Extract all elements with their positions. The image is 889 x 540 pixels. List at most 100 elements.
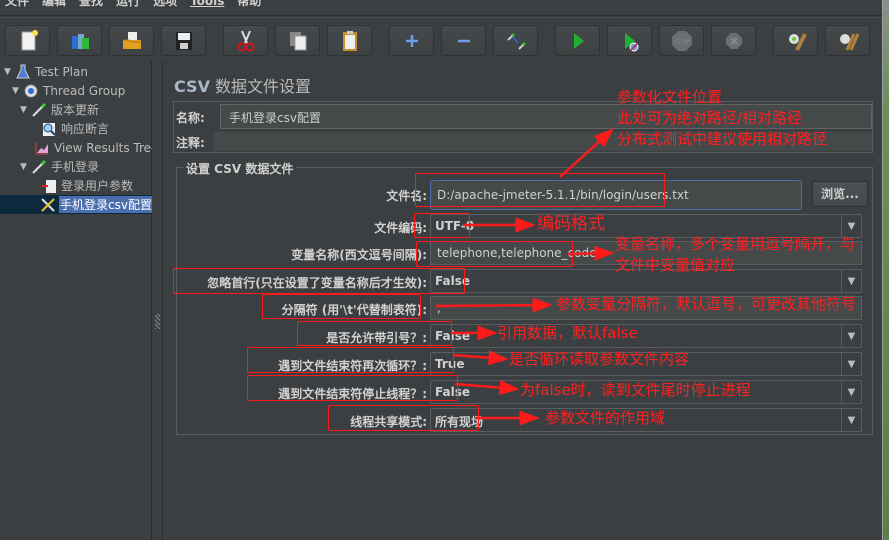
annotation-stop-thread: 为false时，读到文件尾时停止进程 bbox=[520, 381, 751, 399]
save-button[interactable] bbox=[161, 25, 206, 56]
new-button[interactable] bbox=[5, 25, 50, 56]
templates-button[interactable] bbox=[57, 25, 102, 56]
new-document-icon bbox=[21, 29, 38, 50]
paste-button[interactable] bbox=[327, 25, 372, 56]
open-button[interactable] bbox=[109, 25, 154, 56]
sampler-pipette-icon bbox=[30, 101, 48, 119]
toggle-button[interactable] bbox=[493, 25, 538, 56]
annotation-varnames-2: 文件中变量值对应 bbox=[615, 256, 736, 274]
toolbar: STOP bbox=[0, 17, 882, 60]
expand-arrow-icon[interactable]: ▼ bbox=[20, 162, 30, 172]
clear-button[interactable] bbox=[773, 25, 818, 56]
tree-item-label: Test Plan bbox=[35, 64, 88, 79]
clear-broom-icon bbox=[788, 32, 807, 51]
chevron-down-icon[interactable]: ▼ bbox=[841, 353, 861, 375]
tree-item-version-update[interactable]: ▼ 版本更新 bbox=[20, 100, 99, 119]
annotation-file-location-3: 分布式测试中建议使用相对路径 bbox=[617, 130, 828, 148]
annotation-recycle: 是否循环读取参数文件内容 bbox=[509, 350, 690, 368]
config-tools-icon bbox=[40, 196, 56, 214]
annotation-delimiter: 参数变量分隔符，默认逗号，可更改其他符号 bbox=[556, 295, 857, 313]
filename-label: 文件名: bbox=[386, 189, 427, 203]
quoted-data-select[interactable]: False ▼ bbox=[430, 324, 862, 348]
assertion-magnifier-icon bbox=[40, 120, 58, 138]
play-no-timers-icon bbox=[624, 32, 638, 51]
tree-item-thread-group[interactable]: ▼ Thread Group bbox=[12, 81, 125, 100]
start-no-pauses-button[interactable] bbox=[607, 25, 652, 56]
ignore-first-line-label: 忽略首行(只在设置了变量名称后才生效): bbox=[207, 276, 427, 290]
name-label: 名称: bbox=[176, 111, 205, 125]
expand-arrow-icon[interactable]: ▼ bbox=[20, 105, 30, 115]
test-plan-flask-icon bbox=[14, 63, 32, 81]
menu-file[interactable]: 文件 bbox=[0, 0, 36, 7]
chevron-down-icon[interactable]: ▼ bbox=[841, 325, 861, 347]
expand-arrow-icon[interactable]: ▼ bbox=[12, 86, 22, 96]
annotation-file-location-1: 参数化文件位置 bbox=[617, 88, 723, 106]
preprocessor-icon bbox=[40, 177, 58, 195]
svg-text:STOP: STOP bbox=[674, 39, 690, 46]
quoted-data-value: False bbox=[435, 329, 470, 343]
title-rest: 数据文件设置 bbox=[209, 77, 312, 96]
recycle-eof-value: True bbox=[435, 357, 465, 371]
chevron-down-icon[interactable]: ▼ bbox=[841, 215, 861, 237]
chevron-down-icon[interactable]: ▼ bbox=[841, 409, 861, 431]
chevron-down-icon[interactable]: ▼ bbox=[841, 381, 861, 403]
expand-arrow-icon[interactable]: ▼ bbox=[4, 67, 14, 77]
tree-item-view-results-tree[interactable]: View Results Tree bbox=[33, 138, 158, 157]
recycle-eof-label: 遇到文件结束符再次循环？: bbox=[278, 359, 427, 373]
annotation-varnames-1: 变量名称，多个变量用逗号隔开，与 bbox=[615, 235, 856, 253]
annotation-encoding: 编码格式 bbox=[537, 214, 605, 234]
play-icon bbox=[573, 32, 584, 49]
clear-all-button[interactable] bbox=[825, 25, 870, 56]
menu-search[interactable]: 查找 bbox=[73, 0, 110, 7]
tree-item-label: 版本更新 bbox=[51, 103, 100, 117]
ignore-first-line-value: False bbox=[435, 274, 470, 288]
shutdown-button[interactable] bbox=[711, 25, 756, 56]
stop-thread-eof-value: False bbox=[435, 385, 470, 399]
open-folder-icon bbox=[122, 31, 141, 49]
menu-run[interactable]: 运行 bbox=[110, 0, 147, 7]
start-button[interactable] bbox=[555, 25, 600, 56]
cut-button[interactable] bbox=[223, 25, 268, 56]
stop-thread-eof-label: 遇到文件结束符停止线程？: bbox=[278, 387, 427, 401]
menu-options[interactable]: 选项 bbox=[147, 0, 184, 7]
browse-button[interactable]: 浏览... bbox=[812, 181, 868, 207]
chevron-down-icon[interactable]: ▼ bbox=[841, 270, 861, 292]
templates-icon bbox=[71, 33, 89, 49]
menu-tools[interactable]: Tools bbox=[184, 0, 231, 7]
tree-item-phone-login[interactable]: ▼ 手机登录 bbox=[20, 157, 99, 176]
shutdown-icon bbox=[725, 32, 742, 49]
expand-all-button[interactable] bbox=[389, 25, 434, 56]
group-legend: 设置 CSV 数据文件 bbox=[183, 160, 297, 177]
paste-clipboard-icon bbox=[342, 30, 357, 51]
thread-group-gear-icon bbox=[22, 82, 40, 100]
stop-button[interactable]: STOP bbox=[659, 25, 704, 56]
plus-icon bbox=[405, 34, 418, 47]
quoted-data-label: 是否允许带引号？: bbox=[326, 331, 427, 345]
window-edge bbox=[882, 0, 889, 540]
collapse-all-button[interactable] bbox=[441, 25, 486, 56]
annotation-share-mode: 参数文件的作用域 bbox=[545, 409, 666, 427]
filename-input[interactable]: D:/apache-jmeter-5.1.1/bin/login/users.t… bbox=[430, 180, 802, 210]
minus-icon bbox=[457, 39, 470, 42]
menu-help[interactable]: 帮助 bbox=[231, 0, 268, 7]
scissors-icon bbox=[237, 30, 254, 51]
copy-button[interactable] bbox=[275, 25, 320, 56]
tree-item-login-user-params[interactable]: 登录用户参数 bbox=[40, 176, 133, 195]
menu-edit[interactable]: 编辑 bbox=[36, 0, 73, 7]
menu-bar: 文件 编辑 查找 运行 选项 Tools 帮助 bbox=[0, 0, 882, 16]
tree-item-csv-config[interactable]: 手机登录csv配置 bbox=[0, 195, 153, 214]
tree-item-test-plan[interactable]: ▼ Test Plan bbox=[4, 62, 88, 81]
splitter-grip-icon[interactable] bbox=[155, 314, 160, 329]
title-prefix: CSV bbox=[174, 77, 210, 96]
toggle-icon bbox=[506, 33, 525, 50]
encoding-value: UTF-8 bbox=[435, 219, 475, 233]
listener-chart-icon bbox=[33, 139, 51, 157]
tree-item-label: 手机登录csv配置 bbox=[59, 196, 153, 213]
sampler-pipette-icon bbox=[30, 158, 48, 176]
comment-label: 注释: bbox=[176, 136, 205, 150]
tree-item-label: 手机登录 bbox=[51, 160, 100, 174]
varnames-label: 变量名称(西文逗号间隔): bbox=[291, 248, 427, 262]
tree-item-label: View Results Tree bbox=[54, 140, 159, 155]
tree-item-response-assertion[interactable]: 响应断言 bbox=[40, 119, 109, 138]
splitter[interactable] bbox=[152, 61, 163, 540]
